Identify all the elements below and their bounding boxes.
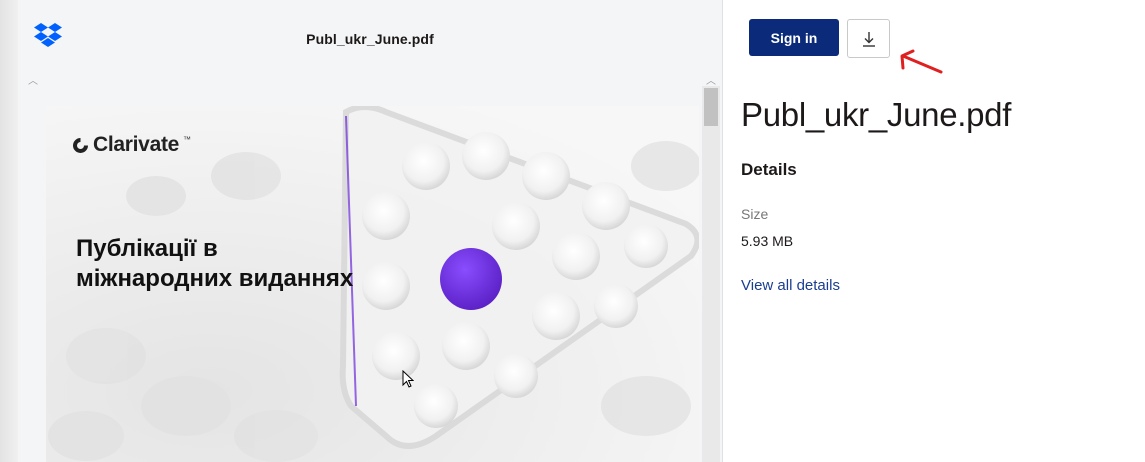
pdf-cover-heading: Публікації в міжнародних виданнях [76, 234, 456, 294]
clarivate-mark-icon [73, 137, 88, 153]
window-edge [0, 0, 18, 462]
details-sidebar: Sign in Publ_ukr_June.pdf Details Size 5… [722, 0, 1145, 462]
pdf-heading-line-1: Публікації в [76, 235, 218, 262]
scroll-up-arrow-icon[interactable]: ︿ [28, 72, 38, 87]
details-heading: Details [741, 160, 797, 179]
file-viewer: Publ_ukr_June.pdf ︿ ︿ Clarivate ™ Публік… [18, 0, 722, 462]
red-annotation-arrow-icon [900, 49, 943, 74]
download-icon [862, 31, 875, 47]
view-all-details-link[interactable]: View all details [741, 277, 840, 294]
clarivate-logo-text: Clarivate [93, 133, 180, 156]
scrollbar[interactable] [702, 86, 720, 462]
pdf-preview-page[interactable]: Clarivate ™ Публікації в міжнародних вид… [46, 106, 699, 462]
mouse-pointer-icon [402, 370, 414, 388]
file-title: Publ_ukr_June.pdf [741, 96, 1012, 133]
size-value: 5.93 MB [741, 233, 794, 249]
sign-in-button[interactable]: Sign in [749, 19, 839, 56]
pdf-heading-line-2: міжнародних виданнях [76, 265, 354, 292]
trademark-symbol: ™ [183, 135, 192, 144]
clarivate-logo: Clarivate ™ [72, 133, 191, 157]
scroll-up-arrow-icon[interactable]: ︿ [706, 72, 716, 87]
download-button[interactable] [847, 19, 890, 58]
viewer-filename: Publ_ukr_June.pdf [306, 31, 434, 47]
size-label: Size [741, 206, 769, 222]
viewer-header: Publ_ukr_June.pdf [18, 0, 722, 78]
scrollbar-thumb[interactable] [704, 88, 718, 126]
